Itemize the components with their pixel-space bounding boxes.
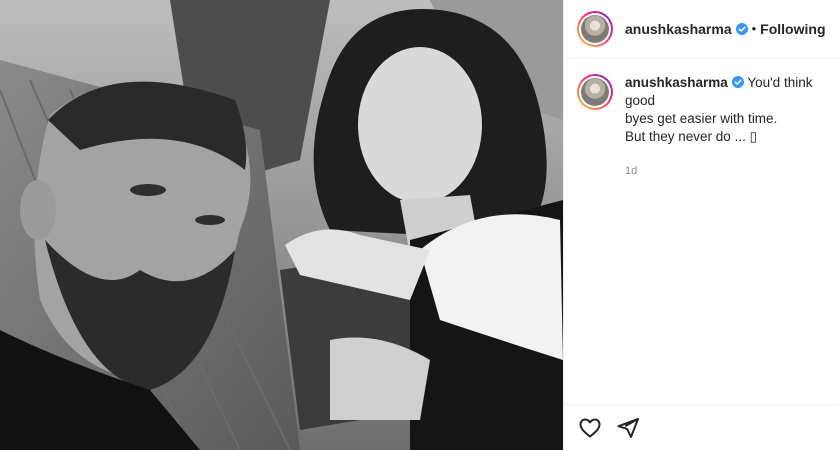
author-avatar[interactable] bbox=[577, 10, 613, 47]
post-header: anushkasharma • Following bbox=[564, 0, 839, 58]
following-button[interactable]: Following bbox=[760, 21, 825, 37]
verified-badge-icon bbox=[735, 22, 748, 35]
author-username[interactable]: anushkasharma bbox=[625, 21, 732, 37]
heart-icon[interactable] bbox=[578, 416, 602, 440]
caption-line-1: anushkasharma You'd think good bbox=[625, 74, 826, 110]
caption-username[interactable]: anushkasharma bbox=[625, 75, 728, 90]
post-sidebar: anushkasharma • Following anushkasharma … bbox=[563, 0, 839, 450]
caption-body: anushkasharma You'd think good byes get … bbox=[625, 74, 826, 180]
action-bar bbox=[564, 404, 839, 450]
comments-section: anushkasharma You'd think good byes get … bbox=[564, 58, 839, 180]
caption-avatar[interactable] bbox=[577, 74, 613, 110]
caption-text-2: byes get easier with time. bbox=[625, 111, 778, 126]
post-timestamp[interactable]: 1d bbox=[625, 162, 826, 180]
caption-text-3: But they never do ... ▯ bbox=[625, 129, 758, 144]
post-photo[interactable] bbox=[0, 0, 563, 450]
share-icon[interactable] bbox=[616, 416, 640, 440]
header-separator: • bbox=[751, 21, 757, 36]
verified-badge-icon bbox=[731, 76, 744, 88]
caption: anushkasharma You'd think good byes get … bbox=[577, 74, 826, 180]
